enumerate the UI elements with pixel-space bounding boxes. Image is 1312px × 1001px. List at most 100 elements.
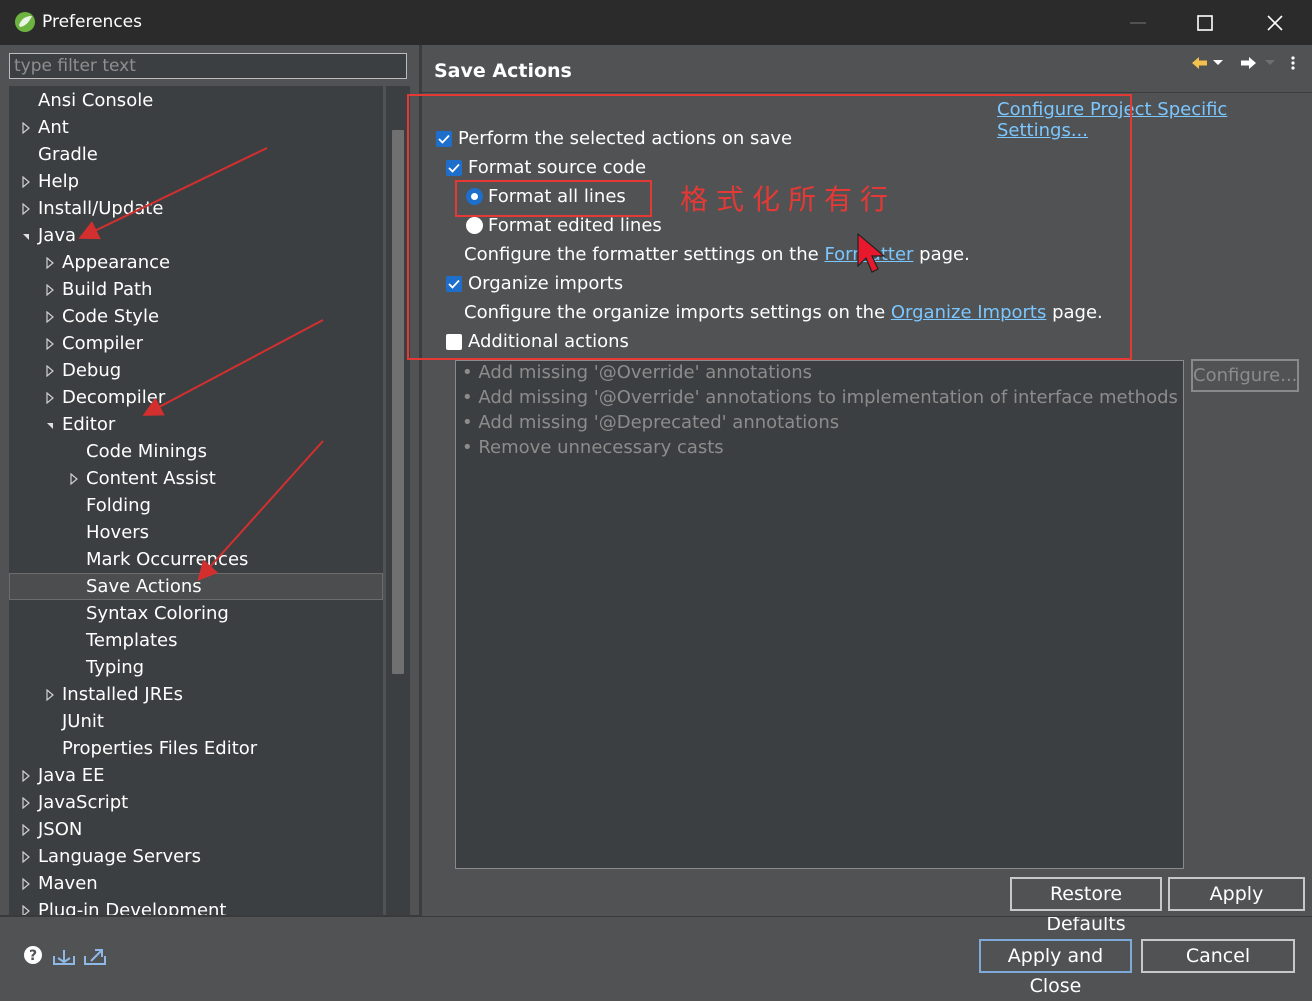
additional-actions-list[interactable]: • Add missing '@Override' annotations • A… [455, 360, 1184, 869]
tree-item-label: JUnit [62, 711, 104, 732]
tree-item-editor[interactable]: Editor [9, 411, 383, 438]
tree-item-java-ee[interactable]: Java EE [9, 762, 383, 789]
tree-item-folding[interactable]: Folding [9, 492, 383, 519]
tree-item-mark-occurrences[interactable]: Mark Occurrences [9, 546, 383, 573]
tree-item-build-path[interactable]: Build Path [9, 276, 383, 303]
tree-item-label: Content Assist [86, 468, 216, 489]
tree-item-content-assist[interactable]: Content Assist [9, 465, 383, 492]
tree-item-label: Gradle [38, 144, 98, 165]
expand-arrow-icon[interactable] [44, 681, 56, 708]
svg-text:?: ? [29, 948, 37, 964]
tree-item-syntax-coloring[interactable]: Syntax Coloring [9, 600, 383, 627]
expand-arrow-icon[interactable] [20, 195, 32, 222]
bullet: • [462, 362, 479, 383]
tree-item-label: Folding [86, 495, 151, 516]
tree-item-code-style[interactable]: Code Style [9, 303, 383, 330]
tree-item-label: Maven [38, 873, 98, 894]
restore-defaults-button[interactable]: Restore Defaults [1010, 877, 1162, 935]
preference-tree: Ansi Console Ant Gradle Help Install/Update J… [9, 86, 383, 915]
expand-arrow-icon[interactable] [20, 789, 32, 816]
tree-item-label: Code Minings [86, 441, 207, 462]
tree-item-ansi-console[interactable]: Ansi Console [9, 87, 383, 114]
tree-item-installed-jres[interactable]: Installed JREs [9, 681, 383, 708]
back-arrow-icon[interactable] [1192, 57, 1207, 69]
tree-item-label: Java EE [38, 765, 105, 786]
additional-action-item: • Add missing '@Override' annotations [462, 362, 812, 383]
tree-item-maven[interactable]: Maven [9, 870, 383, 897]
tree-item-java[interactable]: Java [9, 222, 383, 249]
tree-item-junit[interactable]: JUnit [9, 708, 383, 735]
tree-item-templates[interactable]: Templates [9, 627, 383, 654]
tree-item-label: Typing [86, 657, 145, 678]
tree-item-decompiler[interactable]: Decompiler [9, 384, 383, 411]
import-icon[interactable] [52, 944, 76, 968]
additional-action-text: Add missing '@Override' annotations [478, 362, 813, 383]
tree-item-appearance[interactable]: Appearance [9, 249, 383, 276]
maximize-icon[interactable] [1170, 0, 1240, 45]
close-icon[interactable] [1240, 0, 1310, 45]
tree-item-label: Save Actions [86, 576, 202, 597]
tree-item-language-servers[interactable]: Language Servers [9, 843, 383, 870]
tree-item-label: Decompiler [62, 387, 166, 408]
tree-item-plug-in-development[interactable]: Plug-in Development [9, 897, 383, 915]
expand-arrow-icon[interactable] [44, 276, 56, 303]
filter-input[interactable] [9, 53, 407, 79]
view-menu-icon[interactable] [1291, 56, 1295, 70]
expand-arrow-icon[interactable] [20, 114, 32, 141]
tree-item-ant[interactable]: Ant [9, 114, 383, 141]
expand-arrow-icon[interactable] [20, 762, 32, 789]
expand-arrow-icon[interactable] [20, 168, 32, 195]
forward-arrow-icon[interactable] [1241, 57, 1256, 69]
apply-button[interactable]: Apply [1168, 877, 1305, 911]
tree-item-label: Language Servers [38, 846, 201, 867]
expand-arrow-icon[interactable] [44, 249, 56, 276]
tree-item-label: Plug-in Development [38, 900, 227, 915]
tree-item-json[interactable]: JSON [9, 816, 383, 843]
expand-arrow-icon[interactable] [20, 816, 32, 843]
expand-arrow-icon[interactable] [20, 843, 32, 870]
tree-item-gradle[interactable]: Gradle [9, 141, 383, 168]
annotation-note: 格式化所有行 [680, 183, 897, 216]
tree-item-properties-files-editor[interactable]: Properties Files Editor [9, 735, 383, 762]
tree-item-label: Appearance [62, 252, 171, 273]
expand-arrow-icon[interactable] [44, 357, 56, 384]
tree-scrollbar-thumb[interactable] [392, 130, 404, 674]
tree-item-label: Compiler [62, 333, 144, 354]
cancel-button[interactable]: Cancel [1141, 939, 1295, 973]
tree-item-label: Hovers [86, 522, 150, 543]
export-icon[interactable] [83, 944, 107, 968]
expand-arrow-icon[interactable] [20, 870, 32, 897]
tree-item-javascript[interactable]: JavaScript [9, 789, 383, 816]
annotation-format-all-lines-box [455, 180, 652, 217]
tree-item-code-minings[interactable]: Code Minings [9, 438, 383, 465]
bullet: • [462, 412, 479, 433]
tree-item-typing[interactable]: Typing [9, 654, 383, 681]
tree-item-install-update[interactable]: Install/Update [9, 195, 383, 222]
collapse-arrow-icon[interactable] [44, 411, 56, 438]
expand-arrow-icon[interactable] [44, 330, 56, 357]
additional-action-text: Add missing '@Override' annotations to i… [478, 387, 1178, 408]
tree-item-save-actions[interactable]: Save Actions [9, 573, 383, 600]
help-icon[interactable]: ? [22, 944, 46, 968]
tree-item-label: Ant [38, 117, 69, 138]
apply-and-close-button[interactable]: Apply and Close [979, 939, 1132, 997]
minimize-icon[interactable] [1103, 0, 1173, 45]
expand-arrow-icon[interactable] [20, 897, 32, 915]
tree-item-compiler[interactable]: Compiler [9, 330, 383, 357]
expand-arrow-icon[interactable] [44, 384, 56, 411]
back-dropdown-icon[interactable] [1213, 60, 1223, 65]
tree-item-debug[interactable]: Debug [9, 357, 383, 384]
collapse-arrow-icon[interactable] [20, 222, 32, 249]
additional-action-item: • Remove unnecessary casts [462, 437, 724, 458]
expand-arrow-icon[interactable] [68, 465, 80, 492]
tree-item-help[interactable]: Help [9, 168, 383, 195]
tree-item-label: Install/Update [38, 198, 164, 219]
tree-item-label: Java [38, 225, 77, 246]
annotation-highlight-box [407, 94, 1132, 360]
expand-arrow-icon[interactable] [44, 303, 56, 330]
tree-item-label: JavaScript [38, 792, 129, 813]
forward-dropdown-icon[interactable] [1265, 60, 1275, 65]
configure-button[interactable]: Configure... [1191, 359, 1299, 392]
tree-item-hovers[interactable]: Hovers [9, 519, 383, 546]
additional-action-text: Add missing '@Deprecated' annotations [478, 412, 840, 433]
